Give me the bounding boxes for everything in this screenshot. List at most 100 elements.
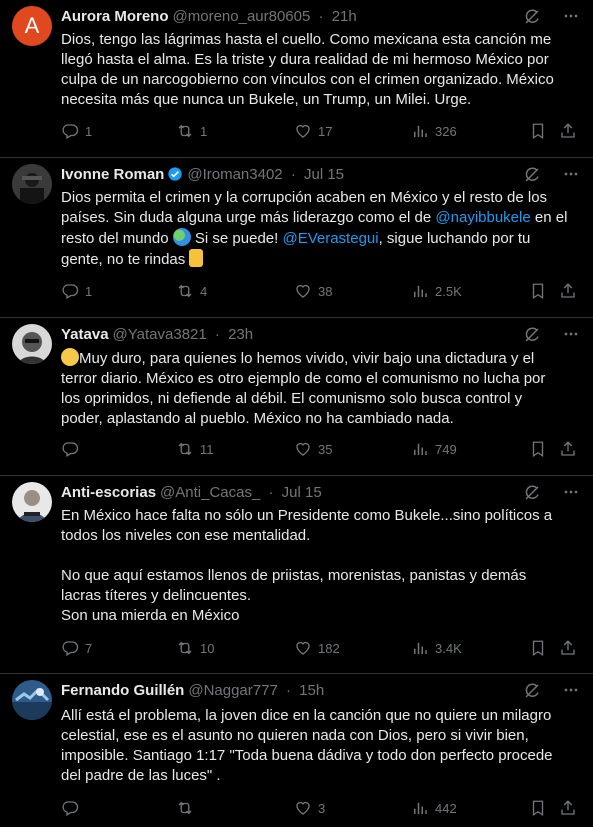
action-bar: 1 4 38 2.5K (61, 280, 581, 302)
share-icon (559, 799, 577, 817)
like-button[interactable]: 17 (294, 120, 332, 142)
display-name[interactable]: Yatava (61, 326, 109, 343)
timestamp[interactable]: Jul 15 (304, 166, 344, 183)
avatar[interactable] (12, 324, 52, 364)
grok-icon[interactable] (523, 682, 541, 700)
views-icon (411, 282, 429, 300)
more-icon[interactable] (561, 324, 581, 344)
avatar-photo (12, 680, 52, 720)
avatar[interactable]: A (12, 6, 52, 46)
repost-count: 1 (200, 123, 208, 139)
tweet-2[interactable]: Ivonne Roman @Iroman3402 · Jul 15 Dios pe… (0, 158, 593, 318)
repost-button[interactable]: 10 (176, 637, 214, 659)
display-name[interactable]: Ivonne Roman (61, 166, 164, 183)
tweet-4[interactable]: Anti-escorias @Anti_Cacas_ · Jul 15 En Mé… (0, 476, 593, 674)
repost-icon (176, 122, 194, 140)
like-button[interactable]: 35 (294, 438, 332, 460)
tweet-3[interactable]: Yatava @Yatava3821 · 23h Muy duro, para q… (0, 318, 593, 476)
tweet-header: Anti-escorias @Anti_Cacas_ · Jul 15 (61, 484, 581, 504)
repost-button[interactable]: 11 (176, 438, 214, 460)
avatar[interactable] (12, 482, 52, 522)
tweet-header: Fernando Guillén @Naggar777 · 15h (61, 682, 581, 702)
bookmark-button[interactable] (529, 120, 547, 142)
grok-icon[interactable] (523, 8, 541, 26)
timestamp[interactable]: 15h (299, 682, 324, 699)
reply-count: 1 (85, 123, 93, 139)
share-button[interactable] (559, 637, 577, 659)
repost-count: 4 (200, 283, 208, 299)
repost-button[interactable]: 4 (176, 280, 207, 302)
more-icon[interactable] (561, 482, 581, 502)
tweet-header: Ivonne Roman @Iroman3402 · Jul 15 (61, 166, 581, 186)
repost-icon (176, 799, 194, 817)
user-handle[interactable]: @Yatava3821 (113, 326, 207, 343)
user-handle[interactable]: @moreno_aur80605 (173, 8, 311, 25)
more-icon[interactable] (561, 6, 581, 26)
tweet-text: Dios permita el crimen y la corrupción a… (61, 189, 568, 268)
share-button[interactable] (559, 120, 577, 142)
bookmark-icon (529, 122, 547, 140)
heart-icon (294, 639, 312, 657)
share-button[interactable] (559, 797, 577, 819)
reply-button[interactable] (61, 797, 85, 819)
share-button[interactable] (559, 438, 577, 460)
user-handle[interactable]: @Naggar777 (188, 682, 277, 699)
view-count: 2.5K (435, 283, 462, 299)
bookmark-button[interactable] (529, 438, 547, 460)
reply-button[interactable] (61, 438, 85, 460)
tweet-header: Yatava @Yatava3821 · 23h (61, 326, 581, 346)
mention-link[interactable]: @nayibbukele (435, 209, 530, 226)
like-count: 35 (318, 441, 333, 457)
separator-dot: · (268, 484, 274, 501)
views-button[interactable]: 3.4K (411, 637, 462, 659)
mention-link[interactable]: @EVerastegui (282, 230, 378, 247)
repost-button[interactable]: 1 (176, 120, 207, 142)
share-button[interactable] (559, 280, 577, 302)
reply-button[interactable]: 1 (61, 120, 92, 142)
more-icon[interactable] (561, 164, 581, 184)
pleading-face-emoji-icon (61, 348, 79, 366)
views-button[interactable]: 326 (411, 120, 457, 142)
tweet-1[interactable]: A Aurora Moreno @moreno_aur80605 · 21h Di… (0, 0, 593, 158)
views-button[interactable]: 749 (411, 438, 457, 460)
reply-icon (61, 639, 79, 657)
reply-icon (61, 440, 79, 458)
grok-icon[interactable] (523, 326, 541, 344)
like-button[interactable]: 38 (294, 280, 332, 302)
repost-icon (176, 282, 194, 300)
timestamp[interactable]: 23h (228, 326, 253, 343)
bookmark-button[interactable] (529, 637, 547, 659)
views-button[interactable]: 2.5K (411, 280, 462, 302)
action-bar: 3 442 (61, 797, 581, 819)
like-button[interactable]: 182 (294, 637, 340, 659)
tweet-text: Muy duro, para quienes lo hemos vivido, … (61, 348, 546, 427)
reply-button[interactable]: 7 (61, 637, 92, 659)
bookmark-button[interactable] (529, 280, 547, 302)
views-button[interactable]: 442 (411, 797, 457, 819)
bookmark-button[interactable] (529, 797, 547, 819)
user-handle[interactable]: @Anti_Cacas_ (160, 484, 260, 501)
display-name[interactable]: Anti-escorias (61, 484, 156, 501)
repost-icon (176, 440, 194, 458)
separator-dot: · (318, 8, 324, 25)
display-name[interactable]: Aurora Moreno (61, 8, 169, 25)
grok-icon[interactable] (523, 484, 541, 502)
bookmark-icon (529, 282, 547, 300)
more-icon[interactable] (561, 680, 581, 700)
verified-badge-icon (168, 167, 183, 181)
heart-icon (294, 282, 312, 300)
user-handle[interactable]: @Iroman3402 (187, 166, 282, 183)
action-bar: 1 1 17 326 (61, 120, 581, 142)
tweet-header: Aurora Moreno @moreno_aur80605 · 21h (61, 8, 581, 28)
tweet-5[interactable]: Fernando Guillén @Naggar777 · 15h Allí es… (0, 674, 593, 827)
avatar[interactable] (12, 164, 52, 204)
share-icon (559, 639, 577, 657)
timestamp[interactable]: Jul 15 (282, 484, 322, 501)
display-name[interactable]: Fernando Guillén (61, 682, 184, 699)
avatar[interactable] (12, 680, 52, 720)
grok-icon[interactable] (523, 166, 541, 184)
repost-button[interactable] (176, 797, 200, 819)
like-button[interactable]: 3 (294, 797, 325, 819)
timestamp[interactable]: 21h (332, 8, 357, 25)
reply-button[interactable]: 1 (61, 280, 92, 302)
